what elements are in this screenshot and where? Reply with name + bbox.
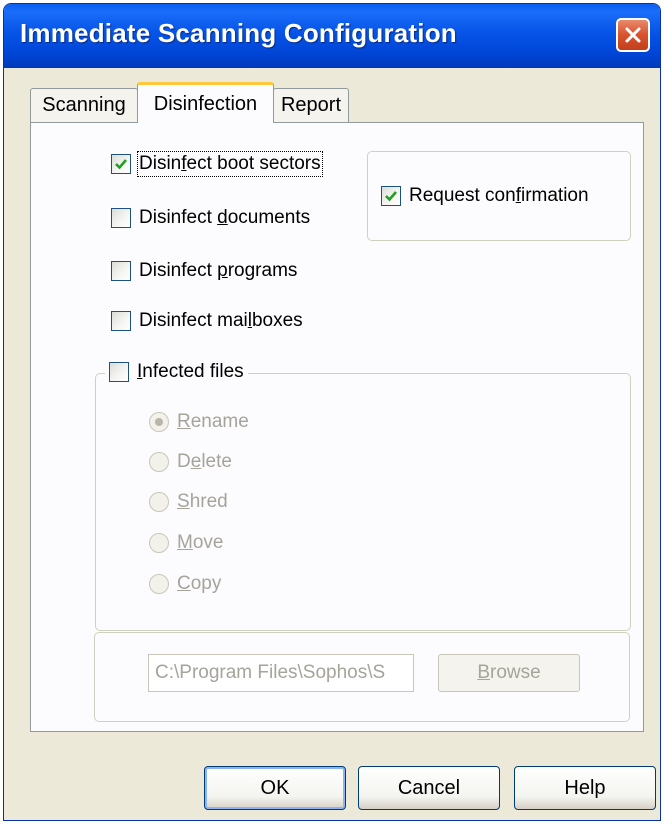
- request-confirmation-option[interactable]: Request confirmation: [381, 185, 589, 207]
- close-icon: [625, 27, 641, 43]
- delete-radio[interactable]: [149, 452, 169, 472]
- rename-label: Rename: [177, 411, 249, 432]
- destination-path-input[interactable]: C:\Program Files\Sophos\S: [148, 654, 414, 692]
- tab-report-label: Report: [280, 94, 342, 116]
- disinfect-documents-label: Disinfect documents: [139, 207, 311, 228]
- checkmark-icon: [115, 159, 127, 170]
- tab-report[interactable]: Report: [273, 88, 349, 122]
- tab-disinfection-label: Disinfection: [153, 92, 258, 115]
- disinfect-mailboxes-option[interactable]: Disinfect mailboxes: [111, 310, 303, 332]
- disinfect-boot-sectors-option[interactable]: Disinfect boot sectors: [111, 151, 323, 177]
- copy-radio-option[interactable]: Copy: [149, 573, 221, 595]
- dialog-window: Immediate Scanning Configuration Scannin…: [3, 3, 661, 821]
- copy-label: Copy: [177, 573, 222, 594]
- tab-scanning[interactable]: Scanning: [30, 88, 138, 122]
- window-title: Immediate Scanning Configuration: [20, 18, 457, 48]
- disinfect-programs-label: Disinfect programs: [139, 260, 298, 281]
- rename-radio-option[interactable]: Rename: [149, 411, 249, 433]
- infected-files-label: Infected files: [137, 361, 244, 382]
- tab-scanning-label: Scanning: [42, 94, 126, 116]
- delete-label: Delete: [177, 451, 232, 472]
- infected-files-checkbox[interactable]: [109, 362, 129, 382]
- request-confirmation-checkbox[interactable]: [381, 186, 401, 206]
- browse-label: Browse: [477, 662, 541, 683]
- delete-radio-option[interactable]: Delete: [149, 451, 232, 473]
- infected-files-option[interactable]: Infected files: [105, 361, 248, 383]
- radio-selected-dot: [155, 418, 163, 426]
- copy-radio[interactable]: [149, 574, 169, 594]
- request-confirmation-label: Request confirmation: [409, 185, 589, 206]
- disinfect-documents-checkbox[interactable]: [111, 208, 131, 228]
- shred-label: Shred: [177, 491, 228, 512]
- help-button[interactable]: Help: [514, 766, 656, 810]
- move-radio-option[interactable]: Move: [149, 532, 223, 554]
- cancel-button[interactable]: Cancel: [358, 766, 500, 810]
- move-radio[interactable]: [149, 533, 169, 553]
- tab-strip: Scanning Disinfection Report: [4, 82, 660, 123]
- checkmark-icon: [385, 191, 397, 202]
- disinfect-programs-option[interactable]: Disinfect programs: [111, 260, 297, 282]
- disinfect-documents-option[interactable]: Disinfect documents: [111, 207, 310, 229]
- disinfect-boot-sectors-checkbox[interactable]: [111, 154, 131, 174]
- disinfect-mailboxes-checkbox[interactable]: [111, 311, 131, 331]
- ok-button[interactable]: OK: [204, 766, 346, 810]
- shred-radio[interactable]: [149, 492, 169, 512]
- tab-disinfection[interactable]: Disinfection: [137, 82, 274, 123]
- disinfect-mailboxes-label: Disinfect mailboxes: [139, 310, 303, 331]
- shred-radio-option[interactable]: Shred: [149, 491, 228, 513]
- move-label: Move: [177, 532, 224, 553]
- close-button[interactable]: [616, 18, 650, 52]
- disinfect-programs-checkbox[interactable]: [111, 261, 131, 281]
- disinfect-boot-sectors-label: Disinfect boot sectors: [137, 151, 323, 177]
- rename-radio[interactable]: [149, 412, 169, 432]
- title-bar[interactable]: Immediate Scanning Configuration: [4, 4, 660, 68]
- browse-button[interactable]: Browse: [438, 654, 580, 692]
